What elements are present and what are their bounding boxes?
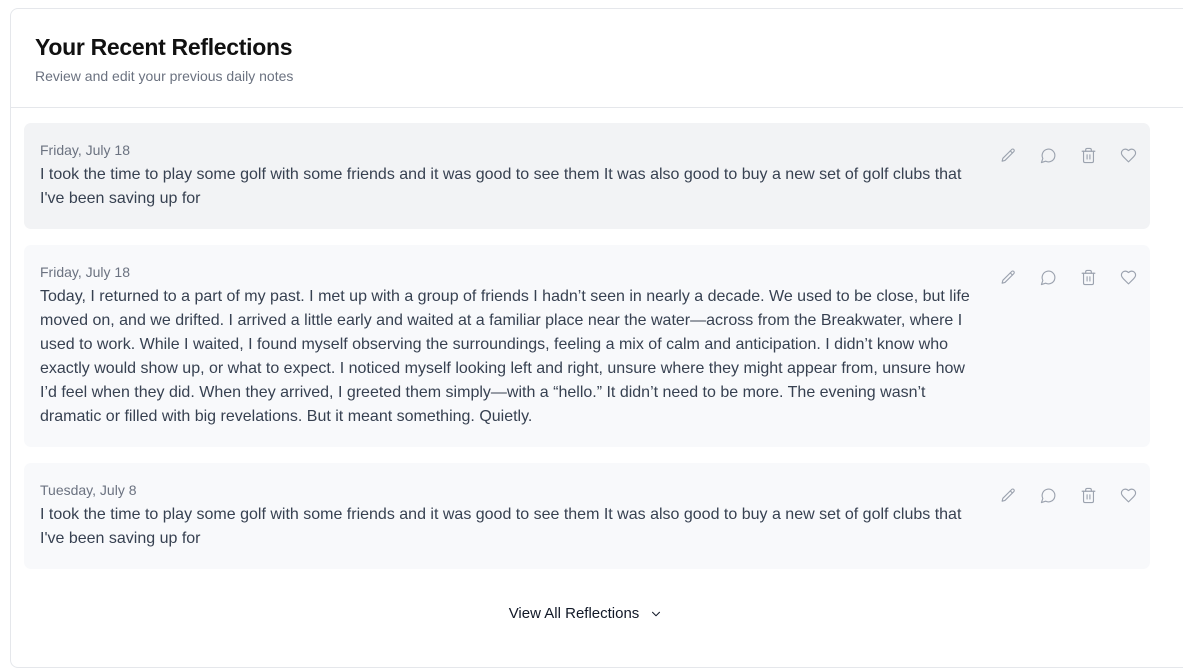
card-header: Your Recent Reflections Review and edit … — [11, 9, 1183, 108]
delete-button[interactable] — [1078, 143, 1098, 167]
speech-bubble-icon — [1040, 148, 1055, 163]
trash-icon — [1081, 269, 1095, 285]
view-all-label: View All Reflections — [508, 605, 640, 622]
edit-button[interactable] — [998, 483, 1018, 507]
entry-text: I took the time to play some golf with s… — [40, 506, 962, 547]
reflection-entry[interactable]: Friday, July 18 Today, I returned to a p… — [24, 245, 1150, 447]
favorite-button[interactable] — [1118, 265, 1138, 289]
trash-icon — [1081, 487, 1095, 503]
delete-button[interactable] — [1078, 265, 1098, 289]
chevron-down-icon — [652, 611, 661, 616]
reflection-entry[interactable]: Tuesday, July 8 I took the time to play … — [24, 463, 1150, 569]
page-title: Your Recent Reflections — [35, 34, 293, 60]
favorite-button[interactable] — [1118, 143, 1138, 167]
favorite-button[interactable] — [1118, 483, 1138, 507]
edit-button[interactable] — [998, 143, 1018, 167]
entry-text: I took the time to play some golf with s… — [40, 166, 962, 207]
delete-button[interactable] — [1078, 483, 1098, 507]
comment-button[interactable] — [1038, 265, 1058, 289]
edit-button[interactable] — [998, 265, 1018, 289]
entry-text: Today, I returned to a part of my past. … — [40, 288, 970, 425]
page-subtitle: Review and edit your previous daily note… — [35, 68, 294, 84]
heart-icon — [1120, 270, 1136, 284]
pencil-icon — [1001, 487, 1015, 502]
heart-icon — [1120, 488, 1136, 502]
entry-actions — [998, 483, 1138, 507]
entry-actions — [998, 143, 1138, 167]
pencil-icon — [1001, 147, 1015, 162]
entry-date: Friday, July 18 — [40, 142, 130, 158]
entry-actions — [998, 265, 1138, 289]
speech-bubble-icon — [1040, 270, 1055, 285]
comment-button[interactable] — [1038, 143, 1058, 167]
entry-date: Friday, July 18 — [40, 264, 130, 280]
trash-icon — [1081, 147, 1095, 163]
speech-bubble-icon — [1040, 488, 1055, 503]
view-all-reflections-button[interactable]: View All Reflections — [0, 605, 1172, 622]
reflections-list: Friday, July 18 I took the time to play … — [24, 123, 1150, 585]
comment-button[interactable] — [1038, 483, 1058, 507]
reflection-entry[interactable]: Friday, July 18 I took the time to play … — [24, 123, 1150, 229]
pencil-icon — [1001, 269, 1015, 284]
entry-date: Tuesday, July 8 — [40, 482, 137, 498]
heart-icon — [1120, 148, 1136, 162]
